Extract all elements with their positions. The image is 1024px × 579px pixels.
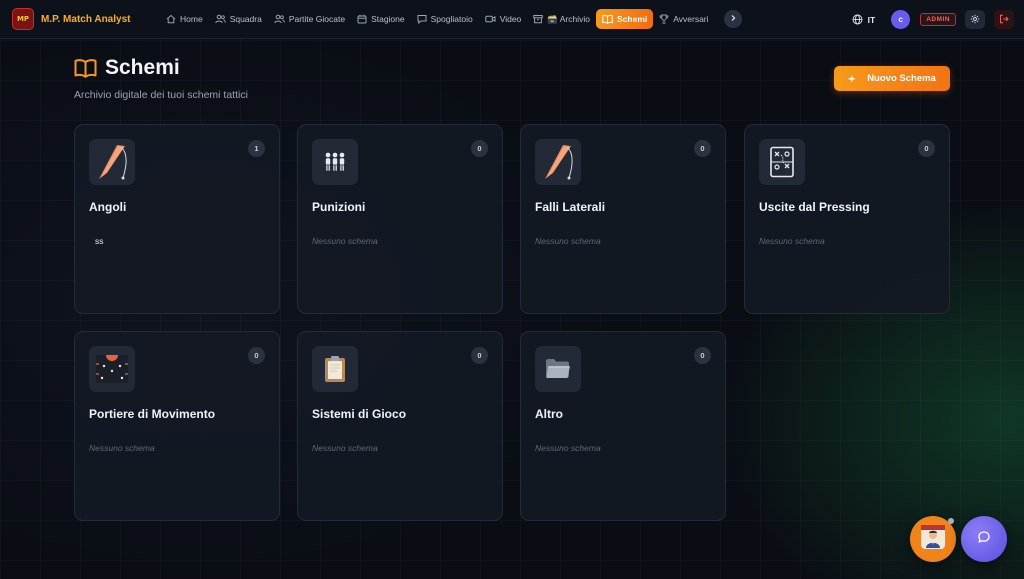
- category-title: Portiere di Movimento: [89, 407, 216, 421]
- archive-icon: [533, 14, 543, 24]
- corner-flag-icon: [535, 139, 581, 185]
- empty-state-text: Nessuno schema: [312, 236, 378, 246]
- nav-item-squadra[interactable]: Squadra: [209, 9, 268, 29]
- nav-item-partite-giocate[interactable]: Partite Giocate: [268, 9, 351, 29]
- category-title: Altro: [535, 407, 563, 421]
- category-title: Sistemi di Gioco: [312, 407, 407, 421]
- empty-state-text: Nessuno schema: [759, 236, 825, 246]
- status-indicator: [948, 518, 954, 524]
- nav-right: IT c ADMIN: [852, 0, 1014, 39]
- new-schema-label: Nuovo Schema: [867, 73, 936, 84]
- chevron-right-icon: [729, 14, 737, 25]
- trophy-icon: [659, 14, 669, 24]
- brand-name: M.P. Match Analyst: [41, 13, 131, 25]
- page-subtitle: Archivio digitale dei tuoi schemi tattic…: [74, 89, 248, 101]
- nav-item-avversari[interactable]: Avversari: [653, 9, 714, 29]
- chat-icon: [417, 14, 427, 24]
- nav-item-label: Video: [499, 14, 522, 24]
- page-title: Schemi: [105, 56, 180, 79]
- nav-item-label: Avversari: [673, 14, 709, 24]
- category-card-falli-laterali[interactable]: 0 Falli Laterali Nessuno schema: [520, 124, 726, 314]
- users-icon: [214, 14, 226, 24]
- category-title: Angoli: [89, 200, 127, 214]
- empty-state-text: Nessuno schema: [89, 443, 155, 453]
- wall-players-icon: [312, 139, 358, 185]
- category-title: Punizioni: [312, 200, 366, 214]
- brand[interactable]: MP M.P. Match Analyst: [12, 8, 160, 30]
- brand-logo: MP: [12, 8, 34, 30]
- nav-items: Home Squadra Partite Giocate Stagione Sp…: [160, 9, 742, 29]
- book-icon: [74, 58, 97, 78]
- schema-count-badge: 1: [248, 140, 265, 157]
- language-selector[interactable]: IT: [852, 14, 876, 25]
- goalkeeper-pitch-icon: [89, 346, 135, 392]
- clipboard-icon: [312, 346, 358, 392]
- nav-more-button[interactable]: [723, 10, 742, 28]
- admin-badge: ADMIN: [920, 13, 956, 26]
- globe-icon: [852, 14, 863, 25]
- plus-icon: +: [848, 71, 856, 86]
- corner-flag-icon: [89, 139, 135, 185]
- video-icon: [484, 14, 496, 24]
- user-avatar[interactable]: c: [891, 10, 911, 29]
- nav-item-schemi[interactable]: Schemi: [596, 9, 654, 29]
- chat-bubble-icon: [977, 530, 991, 549]
- logout-button[interactable]: [994, 10, 1014, 29]
- schema-count-badge: 0: [471, 140, 488, 157]
- nav-item-label: Home: [180, 14, 203, 24]
- nav-item-home[interactable]: Home: [160, 9, 209, 29]
- nav-item-archivio[interactable]: 🗃️ Archivio: [527, 9, 596, 29]
- schema-count-badge: 0: [248, 347, 265, 364]
- schema-count-badge: 0: [694, 140, 711, 157]
- nav-item-label: Partite Giocate: [288, 14, 346, 24]
- nav-item-stagione[interactable]: Stagione: [351, 9, 411, 29]
- category-title: Falli Laterali: [535, 200, 606, 214]
- schema-count-badge: 0: [694, 347, 711, 364]
- users-icon: [274, 14, 285, 24]
- category-card-portiere-di-movimento[interactable]: 0 Portiere di Movimento Nessuno schema: [74, 331, 280, 521]
- nav-item-label: Stagione: [371, 14, 405, 24]
- language-label: IT: [867, 14, 876, 25]
- new-schema-button[interactable]: + Nuovo Schema: [834, 66, 950, 91]
- category-card-altro[interactable]: 0 Altro Nessuno schema: [520, 331, 726, 521]
- tactics-board-icon: [759, 139, 805, 185]
- nav-item-label: 🗃️ Archivio: [547, 13, 590, 24]
- settings-button[interactable]: [965, 10, 985, 29]
- category-card-angoli[interactable]: 1 Angoli ss: [74, 124, 280, 314]
- nav-item-label: Schemi: [617, 14, 648, 24]
- nav-item-label: Squadra: [229, 14, 262, 24]
- nav-item-spogliatoio[interactable]: Spogliatoio: [411, 9, 479, 29]
- empty-state-text: Nessuno schema: [535, 236, 601, 246]
- schema-item[interactable]: ss: [95, 236, 104, 246]
- book-icon: [602, 14, 613, 24]
- empty-state-text: Nessuno schema: [535, 443, 601, 453]
- category-card-uscite-dal-pressing[interactable]: 0 Uscite dal Pressing Nessuno schema: [744, 124, 950, 314]
- empty-state-text: Nessuno schema: [312, 443, 378, 453]
- category-card-sistemi-di-gioco[interactable]: 0 Sistemi di Gioco Nessuno schema: [297, 331, 503, 521]
- schema-count-badge: 0: [918, 140, 935, 157]
- page-header: Schemi Archivio digitale dei tuoi schemi…: [74, 56, 248, 101]
- nav-item-video[interactable]: Video: [479, 9, 528, 29]
- schema-count-badge: 0: [471, 347, 488, 364]
- top-navbar: MP M.P. Match Analyst Home Squadra Parti…: [0, 0, 1024, 39]
- gear-icon: [970, 11, 980, 29]
- nav-item-label: Spogliatoio: [430, 14, 473, 24]
- logout-icon: [999, 11, 1009, 29]
- category-title: Uscite dal Pressing: [759, 200, 870, 214]
- calendar-icon: [357, 14, 367, 24]
- folder-icon: [535, 346, 581, 392]
- category-card-punizioni[interactable]: 0 Punizioni Nessuno schema: [297, 124, 503, 314]
- chat-button[interactable]: [961, 516, 1007, 562]
- home-icon: [166, 14, 176, 24]
- coach-avatar-icon: [918, 522, 948, 557]
